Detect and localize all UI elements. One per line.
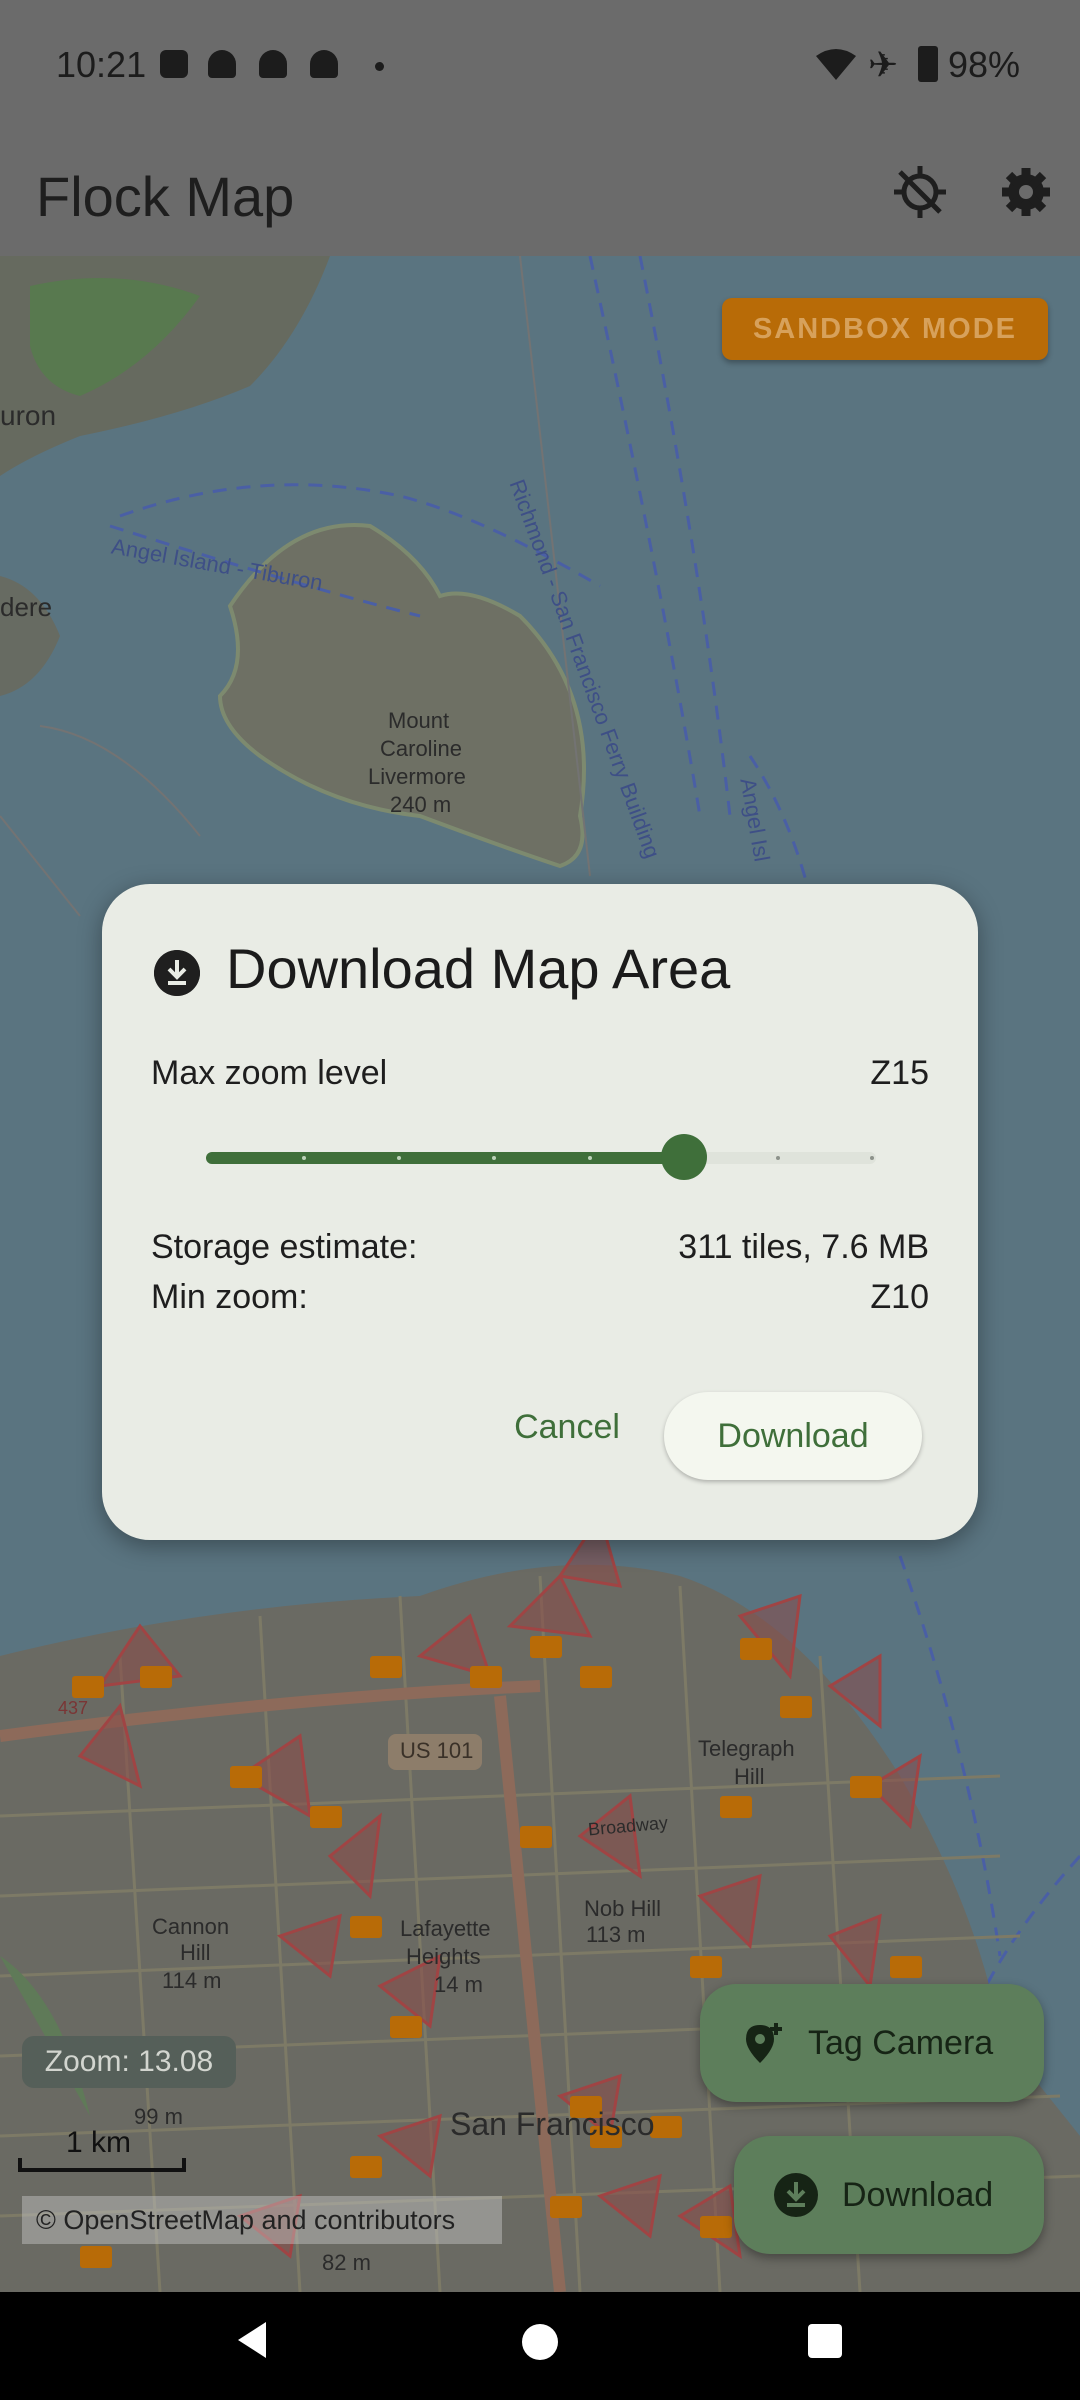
airplane-icon: ✈ xyxy=(868,44,899,85)
home-icon[interactable] xyxy=(522,2324,558,2360)
slider-tick xyxy=(870,1156,874,1160)
map-label: Mount xyxy=(388,708,450,733)
map-label: 437 xyxy=(58,1698,89,1718)
gear-icon[interactable] xyxy=(994,160,1058,224)
slack-icon xyxy=(160,50,188,78)
app-title: Flock Map xyxy=(36,165,295,228)
snapchat-icon xyxy=(310,50,338,78)
app-bar: Flock Map xyxy=(0,130,1080,257)
tag-camera-label: Tag Camera xyxy=(808,2023,994,2062)
map-label: Cannon xyxy=(152,1914,230,1939)
map-label: Hill xyxy=(180,1940,211,1965)
snapchat-icon xyxy=(208,50,236,78)
map-label: 113 m xyxy=(586,1922,646,1947)
slider-tick xyxy=(397,1156,401,1160)
storage-estimate-value: 311 tiles, 7.6 MB xyxy=(678,1228,929,1266)
tag-camera-button[interactable]: Tag Camera xyxy=(700,1984,1044,2102)
more-notifications-icon xyxy=(375,62,384,71)
map-label: 240 m xyxy=(390,792,452,817)
battery-level: 98% xyxy=(948,44,1021,85)
download-fab-label: Download xyxy=(842,2175,994,2214)
download-map-area-dialog: Download Map Area Max zoom level Z15 Sto… xyxy=(102,884,978,1540)
map-label: dere xyxy=(0,592,53,622)
zoom-slider-thumb[interactable] xyxy=(661,1134,708,1180)
scale-label: 1 km xyxy=(66,2126,132,2159)
slider-tick xyxy=(302,1156,306,1160)
map-label: Nob Hill xyxy=(584,1896,662,1921)
system-nav-bar xyxy=(0,2292,1080,2400)
map-attribution[interactable]: © OpenStreetMap and contributors xyxy=(22,2196,502,2244)
zoom-slider-fill xyxy=(206,1152,685,1164)
sandbox-mode-badge: SANDBOX MODE xyxy=(722,298,1048,360)
map-label: Telegraph xyxy=(698,1736,795,1761)
wifi-icon xyxy=(816,49,856,80)
map-label: Heights xyxy=(406,1944,481,1969)
map-label: Hill xyxy=(734,1764,765,1789)
map-label: 82 m xyxy=(322,2250,371,2275)
slider-tick xyxy=(588,1156,592,1160)
snapchat-icon xyxy=(259,50,287,78)
slider-tick xyxy=(492,1156,496,1160)
map-label: uron xyxy=(0,400,57,431)
max-zoom-value: Z15 xyxy=(870,1054,929,1092)
cancel-button[interactable]: Cancel xyxy=(492,1392,642,1462)
location-off-icon[interactable] xyxy=(888,160,952,224)
battery-icon xyxy=(918,46,938,82)
download-icon xyxy=(774,2173,818,2217)
recents-icon[interactable] xyxy=(808,2324,842,2358)
storage-estimate-label: Storage estimate: xyxy=(151,1228,418,1266)
scale-bar xyxy=(18,2158,186,2172)
back-icon[interactable] xyxy=(238,2322,266,2358)
min-zoom-label: Min zoom: xyxy=(151,1278,308,1316)
add-location-icon xyxy=(746,2023,782,2063)
dialog-title: Download Map Area xyxy=(226,937,731,1000)
map-label: 99 m xyxy=(134,2104,183,2129)
download-fab[interactable]: Download xyxy=(734,2136,1044,2254)
slider-tick xyxy=(776,1156,780,1160)
zoom-level-badge: Zoom: 13.08 xyxy=(22,2036,236,2088)
map-label: 114 m xyxy=(162,1968,222,1993)
map-label: Caroline xyxy=(380,736,462,761)
map-label: US 101 xyxy=(400,1738,474,1763)
map-label: Lafayette xyxy=(400,1916,491,1941)
map-label: 14 m xyxy=(434,1972,483,1997)
map-label: Livermore xyxy=(368,764,466,789)
status-time: 10:21 xyxy=(56,44,147,85)
map-label: San Francisco xyxy=(450,2106,655,2142)
status-bar: 10:21 ✈ 98% xyxy=(0,0,1080,130)
min-zoom-value: Z10 xyxy=(870,1278,929,1316)
max-zoom-label: Max zoom level xyxy=(151,1054,388,1092)
download-button[interactable]: Download xyxy=(664,1392,922,1480)
download-icon xyxy=(154,950,200,996)
